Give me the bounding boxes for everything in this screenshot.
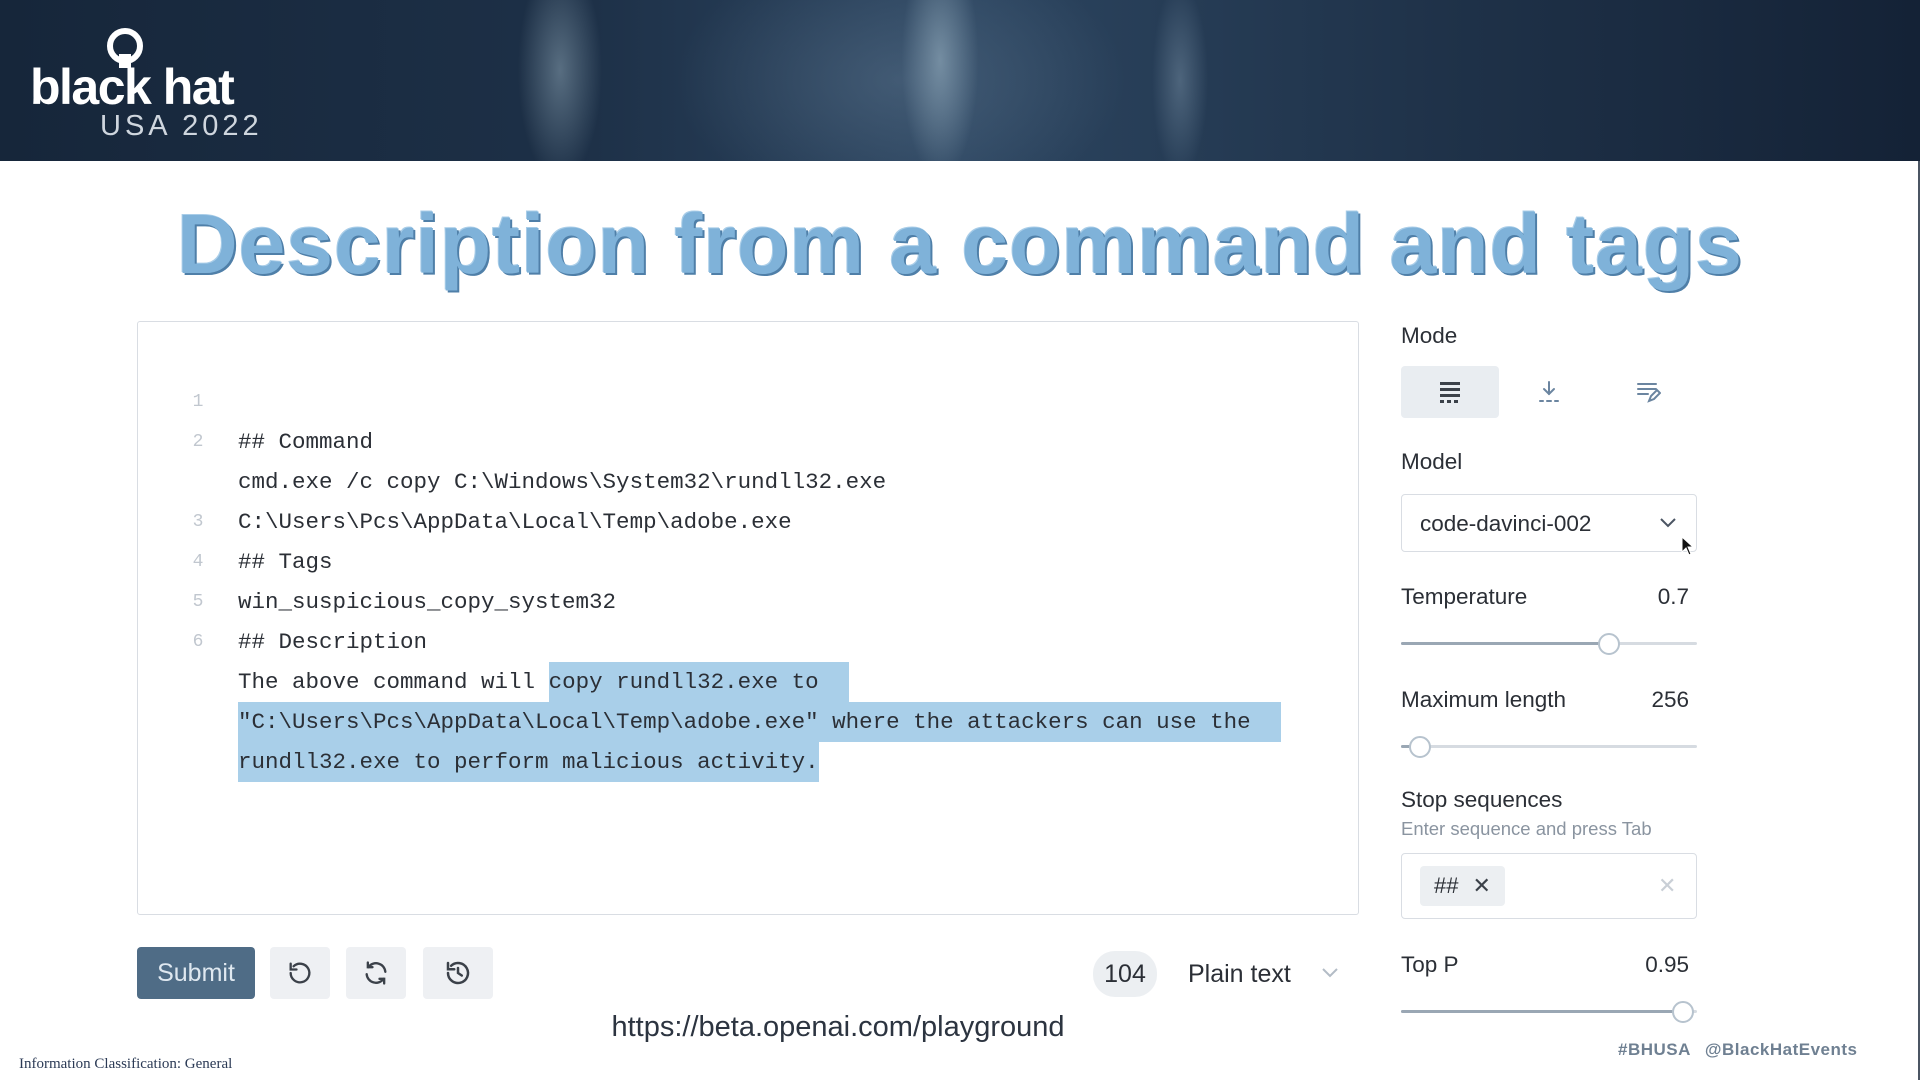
insert-icon [1539, 381, 1559, 402]
hashtag: #BHUSA [1618, 1040, 1691, 1059]
history-icon [446, 961, 470, 985]
max-length-value[interactable]: 256 [1629, 685, 1689, 715]
editor-line: 3 ## Tags [138, 462, 1358, 575]
editor-line: 2 cmd.exe /c copy C:\Windows\System32\ru… [138, 382, 1358, 495]
top-p-label: Top P [1401, 952, 1459, 977]
logo-wordmark: black hat [30, 59, 235, 115]
model-select[interactable]: code-davinci-002 [1401, 494, 1697, 552]
editor-line: 1 ## Command [138, 342, 1358, 455]
model-value: code-davinci-002 [1420, 511, 1592, 536]
regenerate-button[interactable] [346, 947, 406, 999]
model-label: Model [1401, 449, 1463, 474]
slider-thumb[interactable] [1598, 633, 1621, 655]
slider-thumb[interactable] [1408, 736, 1431, 758]
max-length-slider[interactable] [1401, 736, 1697, 758]
editor-code-area[interactable]: 1 ## Command 2 cmd.exe /c copy C:\Window… [138, 342, 1358, 782]
classification-footer: Information Classification: General [19, 1056, 233, 1072]
editor-line: 4 win_suspicious_copy_system32 [138, 502, 1358, 615]
top-p-value[interactable]: 0.95 [1629, 950, 1689, 980]
token-count-badge: 104 [1093, 951, 1157, 997]
complete-icon [1440, 382, 1460, 403]
editor-line-wrap: rundll32.exe to perform malicious activi… [138, 662, 1358, 782]
history-button[interactable] [423, 947, 493, 999]
blackhat-logo: black hat USA 2022 [30, 26, 310, 141]
clear-icon[interactable]: ✕ [1658, 874, 1676, 898]
chevron-down-icon [1660, 518, 1676, 528]
temperature-value[interactable]: 0.7 [1629, 582, 1689, 612]
social-footer: #BHUSA @BlackHatEvents [1618, 1039, 1872, 1061]
completion-highlight: "C:\Users\Pcs\AppData\Local\Temp\adobe.e… [238, 702, 1281, 742]
stop-sequences-input[interactable]: ## ✕ ✕ [1401, 853, 1697, 919]
text-format-select[interactable]: Plain text [1188, 951, 1340, 997]
mouse-cursor-icon [1681, 536, 1695, 556]
logo-event-year: USA 2022 [100, 110, 263, 142]
edit-icon [1637, 383, 1661, 403]
editor-line-wrap: "C:\Users\Pcs\AppData\Local\Temp\adobe.e… [138, 622, 1358, 742]
editor-line: 5 ## Description [138, 542, 1358, 655]
stop-sequence-value: ## [1434, 873, 1459, 898]
remove-chip-icon[interactable]: ✕ [1472, 866, 1490, 906]
undo-icon [289, 962, 311, 984]
temperature-slider[interactable] [1401, 633, 1697, 655]
editor-line: 6 The above command will copy rundll32.e… [138, 582, 1358, 702]
submit-button[interactable]: Submit [137, 947, 255, 999]
stop-sequences-hint: Enter sequence and press Tab [1401, 818, 1652, 839]
playground-url: https://beta.openai.com/playground [611, 1011, 1065, 1043]
twitter-handle: @BlackHatEvents [1704, 1040, 1858, 1059]
mode-tab-edit[interactable] [1599, 366, 1697, 418]
mode-tab-complete[interactable] [1401, 366, 1499, 418]
max-length-label: Maximum length [1401, 687, 1567, 712]
editor-line-wrap: C:\Users\Pcs\AppData\Local\Temp\adobe.ex… [138, 422, 1358, 535]
temperature-label: Temperature [1401, 584, 1528, 609]
mode-tabs [1401, 366, 1697, 418]
slider-fill [1401, 642, 1609, 645]
slide-title: Description from a command and tags [177, 197, 1743, 291]
event-banner: black hat USA 2022 [0, 0, 1920, 161]
chevron-down-icon[interactable] [1320, 965, 1340, 979]
prompt-editor[interactable]: 1 ## Command 2 cmd.exe /c copy C:\Window… [137, 321, 1359, 915]
completion-highlight: rundll32.exe to perform malicious activi… [238, 742, 819, 782]
regenerate-icon [365, 961, 387, 985]
undo-button[interactable] [270, 947, 330, 999]
stop-sequence-chip: ## ✕ [1420, 866, 1505, 906]
mode-tab-insert[interactable] [1500, 366, 1598, 418]
stop-sequences-label: Stop sequences [1401, 787, 1563, 812]
mode-label: Mode [1401, 323, 1458, 348]
